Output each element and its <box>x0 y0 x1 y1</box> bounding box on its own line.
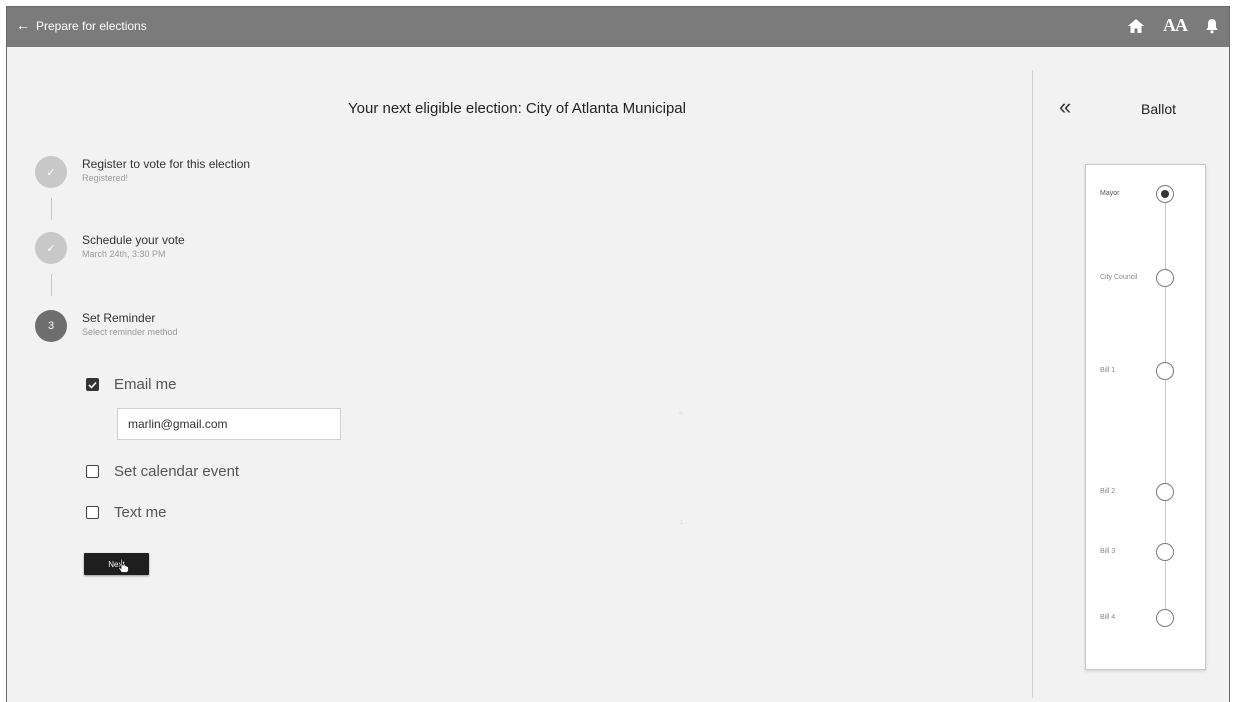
ballot-node <box>1156 609 1174 627</box>
calendar-event-checkbox[interactable] <box>86 465 99 478</box>
faint-mark: 4 <box>679 411 683 417</box>
ballot-card: Mayor City Council Bill 1 Bill 2 Bill 3 … <box>1085 164 1206 670</box>
step-complete-check-icon: ✓ <box>35 156 67 188</box>
ballot-node <box>1156 483 1174 501</box>
ballot-item-label: City Council <box>1100 274 1138 281</box>
ballot-item-bill-1[interactable]: Bill 1 <box>1086 362 1205 382</box>
ballot-item-mayor[interactable]: Mayor <box>1086 185 1205 205</box>
step-number-badge: 3 <box>35 310 67 342</box>
step-connector <box>51 198 52 220</box>
calendar-event-option[interactable]: Set calendar event <box>86 463 239 480</box>
option-label: Email me <box>114 376 177 393</box>
step-complete-check-icon: ✓ <box>35 232 67 264</box>
ballot-item-bill-3[interactable]: Bill 3 <box>1086 543 1205 563</box>
option-label: Set calendar event <box>114 463 240 480</box>
ballot-item-label: Bill 2 <box>1100 488 1116 495</box>
ballot-item-label: Bill 4 <box>1100 614 1116 621</box>
email-me-checkbox[interactable] <box>86 378 99 391</box>
ballot-node <box>1156 362 1174 380</box>
option-label: Text me <box>114 504 167 521</box>
election-title: Your next eligible election: City of Atl… <box>348 100 686 117</box>
step-subtitle: Select reminder method <box>82 327 178 337</box>
step-subtitle: Registered! <box>82 173 129 183</box>
ballot-item-label: Mayor <box>1100 190 1120 197</box>
ballot-node <box>1156 543 1174 561</box>
text-me-option[interactable]: Text me <box>86 504 167 521</box>
home-icon[interactable] <box>1127 17 1145 35</box>
text-me-checkbox[interactable] <box>86 506 99 519</box>
faint-mark: 1 <box>680 520 684 526</box>
step-title: Set Reminder <box>82 311 156 325</box>
ballot-item-label: Bill 3 <box>1100 548 1116 555</box>
ballot-node <box>1156 269 1174 287</box>
text-size-icon[interactable]: AA <box>1163 15 1188 36</box>
page-title: Prepare for elections <box>36 19 147 33</box>
back-arrow-icon[interactable]: ← <box>16 17 30 33</box>
ballot-node-current <box>1156 185 1174 203</box>
notification-bell-icon[interactable] <box>1205 18 1219 34</box>
step-title: Schedule your vote <box>82 233 185 247</box>
panel-divider <box>1032 70 1033 698</box>
ballot-item-label: Bill 1 <box>1100 367 1116 374</box>
email-field[interactable] <box>117 408 341 440</box>
ballot-item-bill-2[interactable]: Bill 2 <box>1086 483 1205 503</box>
step-subtitle: March 24th, 3:30 PM <box>82 249 166 259</box>
email-me-option[interactable]: Email me <box>86 376 177 393</box>
ballot-title: Ballot <box>1141 101 1177 117</box>
ballot-item-bill-4[interactable]: Bill 4 <box>1086 609 1205 629</box>
next-button[interactable]: Next <box>84 553 149 575</box>
header-actions: AA <box>1127 15 1219 36</box>
collapse-panel-icon[interactable]: « <box>1059 96 1071 118</box>
header-bar: ← Prepare for elections AA <box>7 7 1229 47</box>
ballot-item-city-council[interactable]: City Council <box>1086 269 1205 289</box>
step-title: Register to vote for this election <box>82 157 251 171</box>
step-connector <box>51 274 52 296</box>
app-window: ← Prepare for elections AA Your next eli… <box>6 6 1230 702</box>
